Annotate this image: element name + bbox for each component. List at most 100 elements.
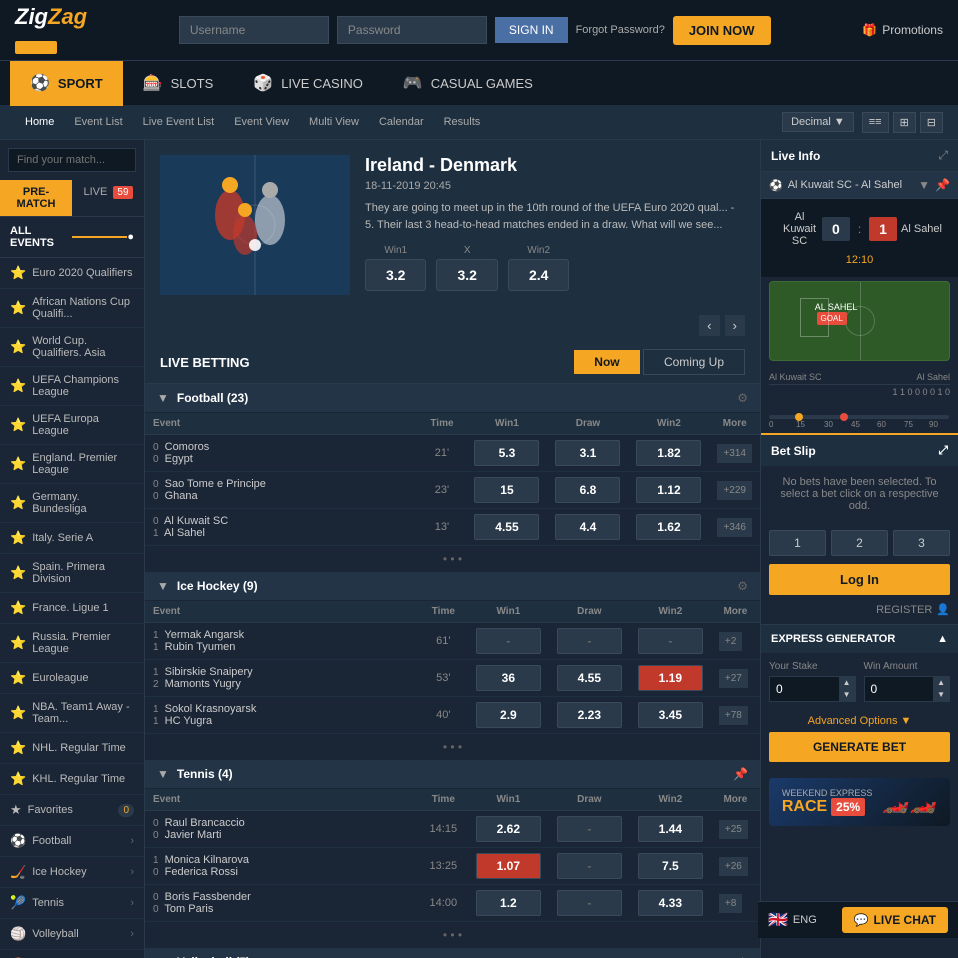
featured-win1-button[interactable]: 3.2: [365, 259, 426, 291]
win2-odd-button[interactable]: 1.44: [638, 816, 703, 842]
match-selector-dropdown-icon[interactable]: ▼: [918, 178, 930, 192]
win2-odd-button[interactable]: -: [638, 628, 703, 654]
tab-live[interactable]: LIVE 59: [72, 180, 144, 216]
signin-button[interactable]: SIGN IN: [495, 17, 568, 43]
sidebar-item-epl[interactable]: ⭐ England. Premier League: [0, 445, 144, 484]
draw-odd-button[interactable]: -: [557, 816, 622, 842]
win1-odd-button[interactable]: 1.2: [476, 890, 541, 916]
win1-odd-button[interactable]: 5.3: [474, 440, 539, 466]
win2-odd-button[interactable]: 1.82: [636, 440, 701, 466]
win2-odd-button[interactable]: 7.5: [638, 853, 703, 879]
generate-bet-button[interactable]: GENERATE BET: [769, 732, 950, 762]
win2-odd-button[interactable]: 1.12: [636, 477, 701, 503]
promotions-link[interactable]: 🎁 Promotions: [862, 23, 943, 37]
win1-odd-button[interactable]: 36: [476, 665, 541, 691]
sidebar-item-bundesliga[interactable]: ⭐ Germany. Bundesliga: [0, 484, 144, 523]
win1-odd-button[interactable]: 2.62: [476, 816, 541, 842]
sidebar-item-khl[interactable]: ⭐ KHL. Regular Time: [0, 764, 144, 795]
subnav-live-event-list[interactable]: Live Event List: [133, 116, 225, 128]
win1-odd-button[interactable]: -: [476, 628, 541, 654]
win2-odd-button[interactable]: 4.33: [638, 890, 703, 916]
password-input[interactable]: [337, 16, 487, 44]
login-button[interactable]: Log In: [769, 564, 950, 595]
pin-icon[interactable]: 📌: [935, 178, 950, 192]
draw-odd-button[interactable]: 6.8: [555, 477, 620, 503]
sidebar-item-nba[interactable]: ⭐ NBA. Team1 Away - Team...: [0, 694, 144, 733]
draw-odd-button[interactable]: -: [557, 890, 622, 916]
draw-odd-button[interactable]: 4.4: [555, 514, 620, 540]
tab-pre-match[interactable]: PRE-MATCH: [0, 180, 72, 216]
view-compact-icon[interactable]: ⊟: [920, 112, 943, 133]
nav-slots[interactable]: 🎰 SLOTS: [123, 61, 234, 106]
forgot-password-link[interactable]: Forgot Password?: [576, 24, 665, 36]
sidebar-item-laliga[interactable]: ⭐ Spain. Primera Division: [0, 554, 144, 593]
draw-odd-button[interactable]: 3.1: [555, 440, 620, 466]
more-button[interactable]: +8: [719, 894, 742, 913]
sidebar-item-euro2020[interactable]: ⭐ Euro 2020 Qualifiers: [0, 258, 144, 289]
sidebar-item-favorites[interactable]: ★ Favorites 0: [0, 795, 144, 826]
sidebar-item-seriea[interactable]: ⭐ Italy. Serie A: [0, 523, 144, 554]
sidebar-item-football[interactable]: ⚽ Football ›: [0, 826, 144, 857]
sidebar-item-african[interactable]: ⭐ African Nations Cup Qualifi...: [0, 289, 144, 328]
match-search-input[interactable]: [8, 148, 136, 172]
more-button[interactable]: +26: [719, 857, 748, 876]
subnav-calendar[interactable]: Calendar: [369, 116, 434, 128]
all-events-item[interactable]: ALL EVENTS ●: [0, 217, 144, 258]
stake-up-button[interactable]: ▲: [839, 677, 855, 689]
featured-win2-button[interactable]: 2.4: [508, 259, 569, 291]
sidebar-item-uel[interactable]: ⭐ UEFA Europa League: [0, 406, 144, 445]
football-settings-icon[interactable]: ⚙: [737, 391, 748, 405]
win-input[interactable]: [865, 677, 934, 701]
username-input[interactable]: [179, 16, 329, 44]
stake-input[interactable]: [770, 677, 839, 701]
win-up-button[interactable]: ▲: [933, 677, 949, 689]
win2-odd-button[interactable]: 3.45: [638, 702, 703, 728]
subnav-home[interactable]: Home: [15, 116, 64, 128]
featured-prev-button[interactable]: ‹: [699, 315, 719, 336]
win2-odd-button[interactable]: 1.19: [638, 665, 703, 691]
advanced-options-link[interactable]: Advanced Options ▼: [761, 710, 958, 732]
featured-next-button[interactable]: ›: [725, 315, 745, 336]
win1-odd-button[interactable]: 4.55: [474, 514, 539, 540]
more-button[interactable]: +27: [719, 669, 748, 688]
sidebar-item-rpl[interactable]: ⭐ Russia. Premier League: [0, 624, 144, 663]
win2-odd-button[interactable]: 1.62: [636, 514, 701, 540]
nav-sport[interactable]: ⚽ SPORT: [10, 61, 123, 106]
more-button[interactable]: +346: [717, 518, 752, 537]
tennis-section-header[interactable]: ▼ Tennis (4) 📌: [145, 760, 760, 789]
ice-hockey-section-header[interactable]: ▼ Ice Hockey (9) ⚙: [145, 572, 760, 601]
volleyball-section-header[interactable]: ▼ Volleyball (5) ⚙: [145, 948, 760, 958]
coming-up-button[interactable]: Coming Up: [643, 349, 745, 375]
live-chat-button[interactable]: 💬 LIVE CHAT: [842, 907, 948, 933]
football-section-header[interactable]: ▼ Football (23) ⚙: [145, 384, 760, 413]
win-down-button[interactable]: ▼: [933, 689, 949, 701]
ice-hockey-settings-icon[interactable]: ⚙: [737, 579, 748, 593]
sidebar-item-worldcup[interactable]: ⭐ World Cup. Qualifiers. Asia: [0, 328, 144, 367]
sidebar-item-nhl[interactable]: ⭐ NHL. Regular Time: [0, 733, 144, 764]
subnav-multi-view[interactable]: Multi View: [299, 116, 369, 128]
win1-odd-button[interactable]: 2.9: [476, 702, 541, 728]
win1-odd-button[interactable]: 15: [474, 477, 539, 503]
more-button[interactable]: +25: [719, 820, 748, 839]
nav-casual-games[interactable]: 🎮 CASUAL GAMES: [383, 61, 553, 106]
mult1-button[interactable]: 1: [769, 530, 826, 556]
sidebar-item-euroleague[interactable]: ⭐ Euroleague: [0, 663, 144, 694]
now-button[interactable]: Now: [574, 350, 639, 374]
draw-odd-button[interactable]: 2.23: [557, 702, 622, 728]
register-link[interactable]: REGISTER 👤: [761, 603, 958, 624]
view-grid-icon[interactable]: ⊞: [893, 112, 916, 133]
mult2-button[interactable]: 2: [831, 530, 888, 556]
more-button[interactable]: +78: [719, 706, 748, 725]
sidebar-item-icehockey[interactable]: 🏒 Ice Hockey ›: [0, 857, 144, 888]
stake-down-button[interactable]: ▼: [839, 689, 855, 701]
sidebar-item-volleyball[interactable]: 🏐 Volleyball ›: [0, 919, 144, 950]
language-selector[interactable]: 🇬🇧 ENG: [768, 910, 817, 930]
more-button[interactable]: +314: [717, 444, 752, 463]
bet-slip-expand-icon[interactable]: ⤢: [938, 443, 948, 458]
sidebar-item-tennis[interactable]: 🎾 Tennis ›: [0, 888, 144, 919]
view-list-icon[interactable]: ≡≡: [862, 112, 889, 133]
draw-odd-button[interactable]: 4.55: [557, 665, 622, 691]
express-gen-header[interactable]: EXPRESS GENERATOR ▲: [761, 625, 958, 653]
draw-odd-button[interactable]: -: [557, 628, 622, 654]
featured-x-button[interactable]: 3.2: [436, 259, 497, 291]
